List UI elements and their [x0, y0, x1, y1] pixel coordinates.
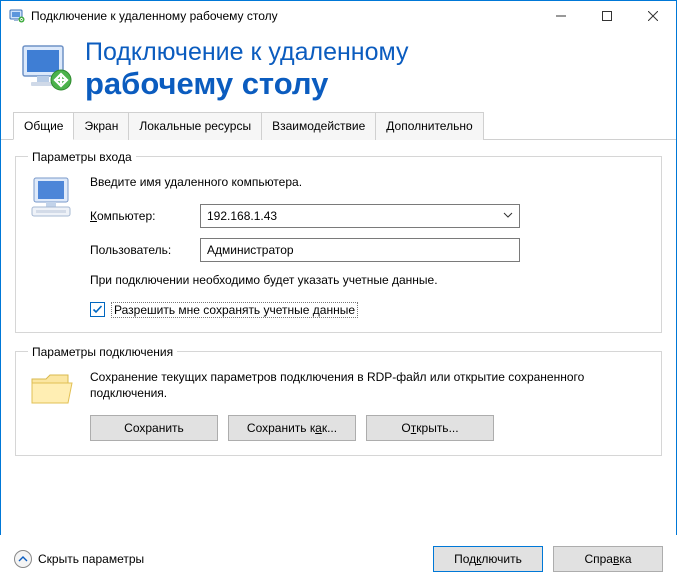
folder-icon	[28, 369, 84, 414]
save-credentials-row[interactable]: Разрешить мне сохранять учетные данные	[90, 302, 649, 318]
connection-legend: Параметры подключения	[28, 345, 177, 359]
tab-display[interactable]: Экран	[73, 112, 129, 140]
tab-experience[interactable]: Взаимодействие	[261, 112, 376, 140]
save-as-button[interactable]: Сохранить как...	[228, 415, 356, 441]
open-button[interactable]: Открыть...	[366, 415, 494, 441]
computer-combobox[interactable]: 192.168.1.43	[200, 204, 520, 228]
hide-params-link[interactable]: Скрыть параметры	[38, 552, 144, 566]
login-intro: Введите имя удаленного компьютера.	[90, 174, 649, 190]
footer: Скрыть параметры Подключить Справка	[0, 535, 677, 583]
user-label: Пользователь:	[90, 243, 200, 257]
tab-body: Параметры входа Введите имя удаленного к…	[1, 140, 676, 457]
help-button[interactable]: Справка	[553, 546, 663, 572]
app-icon	[9, 8, 25, 24]
header: Подключение к удаленному рабочему столу	[1, 31, 676, 111]
user-field[interactable]: Администратор	[200, 238, 520, 262]
header-line1: Подключение к удаленному	[85, 39, 409, 67]
collapse-button[interactable]	[14, 550, 32, 568]
connection-parameters-group: Параметры подключения Сохранение текущих…	[15, 345, 662, 456]
login-legend: Параметры входа	[28, 150, 136, 164]
header-text: Подключение к удаленному рабочему столу	[85, 39, 409, 101]
login-parameters-group: Параметры входа Введите имя удаленного к…	[15, 150, 662, 333]
tab-general[interactable]: Общие	[13, 112, 74, 140]
chevron-down-icon	[501, 210, 515, 221]
window-title: Подключение к удаленному рабочему столу	[31, 9, 538, 23]
titlebar: Подключение к удаленному рабочему столу	[1, 1, 676, 31]
login-note: При подключении необходимо будет указать…	[90, 272, 649, 288]
header-line2: рабочему столу	[85, 67, 409, 101]
minimize-button[interactable]	[538, 1, 584, 31]
connection-desc: Сохранение текущих параметров подключени…	[90, 369, 649, 401]
computer-icon	[28, 174, 84, 225]
connect-button[interactable]: Подключить	[433, 546, 543, 572]
save-credentials-label: Разрешить мне сохранять учетные данные	[111, 302, 358, 318]
tabs: Общие Экран Локальные ресурсы Взаимодейс…	[1, 111, 676, 140]
maximize-button[interactable]	[584, 1, 630, 31]
computer-value: 192.168.1.43	[207, 209, 501, 223]
user-value: Администратор	[207, 243, 294, 257]
tab-advanced[interactable]: Дополнительно	[375, 112, 483, 140]
computer-label: Компьютер:	[90, 209, 200, 223]
close-button[interactable]	[630, 1, 676, 31]
save-credentials-checkbox[interactable]	[90, 302, 105, 317]
tab-local[interactable]: Локальные ресурсы	[128, 112, 262, 140]
save-button[interactable]: Сохранить	[90, 415, 218, 441]
rdp-icon	[19, 42, 75, 97]
